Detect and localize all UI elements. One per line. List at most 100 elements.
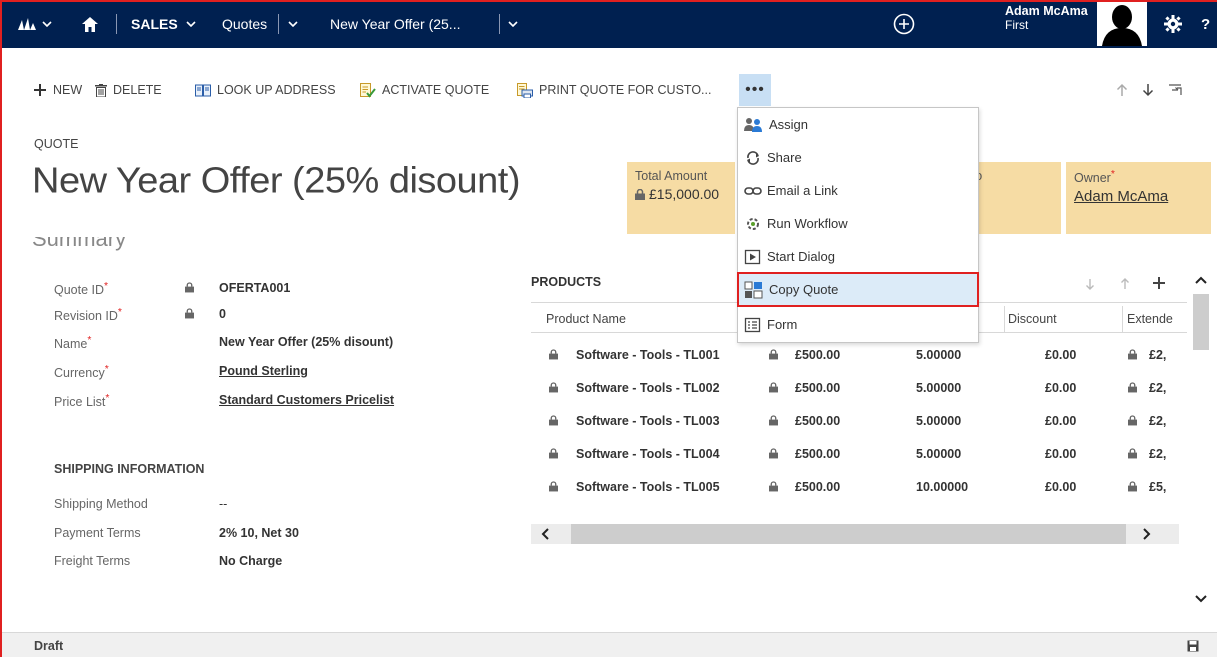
summary-title-text: Summary xyxy=(32,237,127,251)
assign-users-icon xyxy=(744,117,762,132)
quantity-cell: 5.00000 xyxy=(916,348,962,362)
table-row[interactable]: Software - Tools - TL002 £500.00 5.00000… xyxy=(531,372,1187,405)
freight-terms-label: Freight Terms xyxy=(54,554,131,568)
create-plus-icon[interactable] xyxy=(893,0,915,48)
activate-quote-button[interactable]: ACTIVATE QUOTE xyxy=(360,74,489,106)
menu-item-run-workflow[interactable]: Run Workflow xyxy=(738,207,978,240)
nav-separator xyxy=(499,14,500,34)
activate-document-icon xyxy=(360,82,376,98)
entity-chevron-down-icon[interactable] xyxy=(288,0,298,48)
status-badge: Draft xyxy=(34,639,64,653)
nav-module-sales[interactable]: SALES xyxy=(131,0,196,48)
menu-item-label: Start Dialog xyxy=(767,249,835,264)
menu-item-start-dialog[interactable]: Start Dialog xyxy=(738,240,978,273)
table-row[interactable]: Software - Tools - TL005 £500.00 10.0000… xyxy=(531,471,1187,504)
nav-separator xyxy=(116,14,117,34)
total-amount-value: £15,000.00 xyxy=(635,186,727,202)
scrollbar-thumb[interactable] xyxy=(571,524,1126,544)
user-info[interactable]: Adam McAma First xyxy=(1005,4,1095,32)
menu-item-label: Share xyxy=(767,150,802,165)
trash-icon xyxy=(95,83,107,97)
extended-amount-cell: £2, xyxy=(1149,414,1167,428)
header-field-owner[interactable]: Owner* Adam McAma xyxy=(1066,162,1211,234)
share-icon xyxy=(747,150,759,165)
extended-amount-cell: £2, xyxy=(1149,381,1167,395)
previous-record-arrow-icon[interactable] xyxy=(1116,74,1128,106)
required-asterisk: * xyxy=(104,364,109,375)
header-field-total-amount[interactable]: Total Amount £15,000.00 xyxy=(627,162,735,234)
menu-item-label: Run Workflow xyxy=(767,216,848,231)
lock-icon xyxy=(769,349,778,360)
logo-chevron-down-icon[interactable] xyxy=(42,0,52,48)
price-per-unit-cell: £500.00 xyxy=(795,348,841,362)
currency-value-link[interactable]: Pound Sterling xyxy=(219,364,308,378)
table-row[interactable]: Software - Tools - TL003 £500.00 5.00000… xyxy=(531,405,1187,438)
menu-item-copy-quote[interactable]: Copy Quote xyxy=(737,272,979,307)
gear-icon[interactable] xyxy=(1164,0,1182,48)
product-name-cell[interactable]: Software - Tools - TL001 xyxy=(576,348,720,362)
help-icon[interactable]: ? xyxy=(1201,0,1210,48)
name-value[interactable]: New Year Offer (25% disount) xyxy=(219,335,393,349)
sort-up-arrow-icon[interactable] xyxy=(1120,278,1130,293)
owner-value[interactable]: Adam McAma xyxy=(1074,188,1203,205)
scroll-down-icon[interactable] xyxy=(1195,595,1207,603)
scroll-left-icon[interactable] xyxy=(541,528,549,540)
scroll-up-icon[interactable] xyxy=(1195,276,1207,284)
avatar[interactable] xyxy=(1097,2,1147,46)
save-icon[interactable] xyxy=(1187,640,1199,652)
shipping-method-value[interactable]: -- xyxy=(219,497,227,511)
nav-separator xyxy=(278,14,279,34)
nav-entity-quotes[interactable]: Quotes xyxy=(222,0,267,48)
required-asterisk: * xyxy=(104,281,109,292)
home-icon[interactable] xyxy=(82,0,98,48)
price-list-label: Price List xyxy=(54,395,106,410)
add-product-plus-icon[interactable] xyxy=(1152,276,1166,293)
address-book-icon xyxy=(195,84,211,96)
scrollbar-thumb[interactable] xyxy=(1193,294,1209,350)
revision-id-label: Revision ID xyxy=(54,309,118,324)
price-list-value-link[interactable]: Standard Customers Pricelist xyxy=(219,393,394,407)
lock-icon xyxy=(185,308,194,319)
dynamics-logo-icon[interactable] xyxy=(18,0,36,48)
summary-section-title: Summary xyxy=(32,237,126,251)
nav-entity-label: Quotes xyxy=(222,16,268,32)
col-header-product-name[interactable]: Product Name xyxy=(546,312,626,326)
table-row[interactable]: Software - Tools - TL001 £500.00 5.00000… xyxy=(531,339,1187,372)
grid-horizontal-scrollbar[interactable] xyxy=(531,524,1179,544)
quantity-cell: 10.00000 xyxy=(916,480,969,494)
menu-item-email-a-link[interactable]: Email a Link xyxy=(738,174,978,207)
product-name-cell[interactable]: Software - Tools - TL004 xyxy=(576,447,720,461)
product-name-cell[interactable]: Software - Tools - TL005 xyxy=(576,480,720,494)
menu-item-share[interactable]: Share xyxy=(738,141,978,174)
shipping-method-label: Shipping Method xyxy=(54,497,148,511)
lock-icon xyxy=(1128,448,1137,459)
next-record-arrow-icon[interactable] xyxy=(1142,74,1154,106)
delete-button[interactable]: DELETE xyxy=(95,74,162,106)
more-commands-label: ••• xyxy=(745,81,765,98)
col-header-discount[interactable]: Discount xyxy=(1008,312,1057,326)
extended-amount-cell: £5, xyxy=(1149,480,1167,494)
shipping-section-title: SHIPPING INFORMATION xyxy=(54,462,205,476)
look-up-address-label: LOOK UP ADDRESS xyxy=(217,83,336,97)
product-name-cell[interactable]: Software - Tools - TL002 xyxy=(576,381,720,395)
pop-out-icon[interactable] xyxy=(1168,74,1182,106)
product-name-cell[interactable]: Software - Tools - TL003 xyxy=(576,414,720,428)
payment-terms-value[interactable]: 2% 10, Net 30 xyxy=(219,526,299,540)
discount-cell: £0.00 xyxy=(1045,447,1077,461)
col-header-extended[interactable]: Extende xyxy=(1127,312,1173,326)
sort-down-arrow-icon[interactable] xyxy=(1085,278,1095,293)
new-label: NEW xyxy=(53,83,83,97)
table-row[interactable]: Software - Tools - TL004 £500.00 5.00000… xyxy=(531,438,1187,471)
menu-item-assign[interactable]: Assign xyxy=(738,108,978,141)
nav-record-breadcrumb[interactable]: New Year Offer (25... xyxy=(330,0,460,48)
scroll-right-icon[interactable] xyxy=(1143,528,1151,540)
form-vertical-scrollbar[interactable] xyxy=(1191,258,1211,618)
record-chevron-down-icon[interactable] xyxy=(508,0,518,48)
new-button[interactable]: NEW xyxy=(33,74,82,106)
print-quote-label: PRINT QUOTE FOR CUSTO... xyxy=(539,83,712,97)
menu-item-form[interactable]: Form xyxy=(738,308,978,341)
freight-terms-value[interactable]: No Charge xyxy=(219,554,282,568)
print-quote-button[interactable]: PRINT QUOTE FOR CUSTO... xyxy=(517,74,711,106)
look-up-address-button[interactable]: LOOK UP ADDRESS xyxy=(195,74,336,106)
more-commands-button[interactable]: ••• xyxy=(739,74,771,106)
